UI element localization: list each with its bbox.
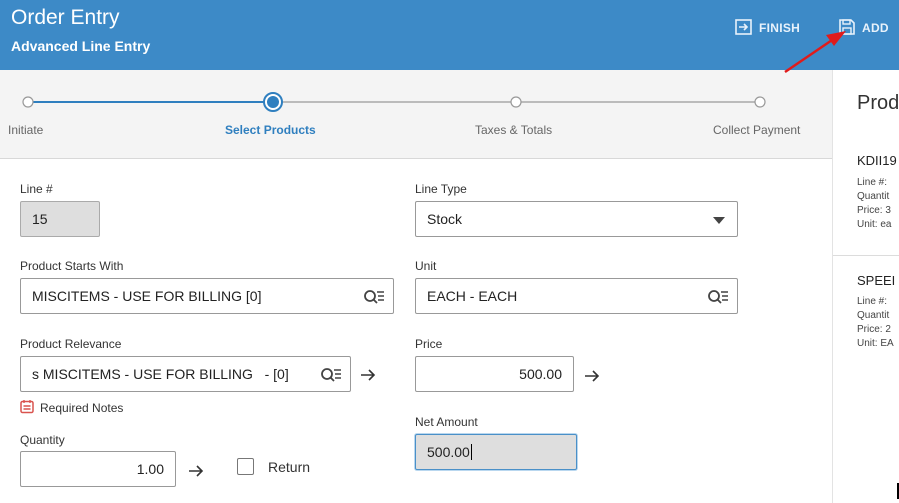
net-amount-label: Net Amount [415, 415, 478, 429]
price-value: 500.00 [519, 366, 562, 382]
quantity-value: 1.00 [136, 461, 164, 477]
net-amount-value: 500.00 [427, 444, 470, 460]
add-button[interactable]: ADD [838, 18, 889, 38]
arrow-right-icon[interactable] [584, 369, 600, 388]
side-item-unit: Unit: ea [857, 219, 892, 230]
side-item-quantity: Quantit [857, 310, 890, 321]
search-list-icon[interactable] [707, 288, 729, 309]
side-item-line: Line #: [857, 296, 888, 307]
product-starts-with-value: MISCITEMS - USE FOR BILLING [0] [32, 288, 262, 304]
products-side-panel: Prod KDII19 Line #: Quantit Price: 3 Uni… [832, 70, 899, 503]
product-starts-with-label: Product Starts With [20, 259, 124, 273]
line-number-value: 15 [32, 211, 48, 227]
line-type-label: Line Type [415, 182, 467, 196]
step-initiate[interactable]: Initiate [8, 123, 43, 137]
line-type-select[interactable]: Stock [415, 201, 738, 237]
line-number-label: Line # [20, 182, 53, 196]
unit-value: EACH - EACH [427, 288, 518, 304]
page-subtitle: Advanced Line Entry [11, 38, 151, 54]
unit-label: Unit [415, 259, 437, 273]
save-icon [838, 18, 856, 39]
net-amount-input[interactable]: 500.00 [415, 434, 577, 470]
finish-button[interactable]: FINISH [735, 18, 800, 38]
side-item-unit: Unit: EA [857, 338, 894, 349]
side-item-quantity: Quantit [857, 191, 890, 202]
step-taxes-dot [510, 96, 522, 108]
side-item-name[interactable]: SPEEI [857, 273, 895, 288]
app-header: Order Entry Advanced Line Entry FINISH A… [0, 0, 899, 70]
finish-button-label: FINISH [759, 21, 801, 35]
calendar-icon [20, 399, 34, 417]
price-label: Price [415, 337, 443, 351]
return-checkbox[interactable] [237, 458, 254, 475]
step-taxes-totals[interactable]: Taxes & Totals [475, 123, 552, 137]
line-number-field: 15 [20, 201, 100, 237]
search-list-icon[interactable] [363, 288, 385, 309]
product-relevance-value: s MISCITEMS - USE FOR BILLING - [0] [32, 366, 289, 382]
search-list-icon[interactable] [320, 366, 342, 387]
step-select-products[interactable]: Select Products [225, 123, 316, 137]
side-panel-divider [833, 255, 899, 256]
step-collect-payment[interactable]: Collect Payment [713, 123, 800, 137]
return-label[interactable]: Return [268, 459, 310, 475]
page-title: Order Entry [11, 6, 120, 29]
arrow-right-icon[interactable] [188, 464, 204, 483]
text-cursor [470, 444, 472, 460]
step-collect-payment-dot [754, 96, 766, 108]
side-item-price: Price: 3 [857, 205, 891, 216]
side-item-line: Line #: [857, 177, 888, 188]
required-notes[interactable]: Required Notes [20, 399, 123, 417]
side-panel-title: Prod [857, 92, 899, 114]
price-input[interactable]: 500.00 [415, 356, 574, 392]
product-relevance-label: Product Relevance [20, 337, 122, 351]
quantity-label: Quantity [20, 433, 65, 447]
chevron-down-icon [713, 217, 725, 224]
side-item-name[interactable]: KDII19 [857, 153, 897, 168]
quantity-input[interactable]: 1.00 [20, 451, 176, 487]
product-relevance-input[interactable]: s MISCITEMS - USE FOR BILLING - [0] [20, 356, 351, 392]
required-notes-label: Required Notes [40, 401, 124, 415]
side-item-price: Price: 2 [857, 324, 891, 335]
finish-icon [735, 18, 753, 38]
step-initiate-dot [22, 96, 34, 108]
line-type-value: Stock [427, 211, 463, 227]
arrow-right-icon[interactable] [360, 368, 376, 387]
progress-stepper [0, 70, 832, 159]
product-starts-with-input[interactable]: MISCITEMS - USE FOR BILLING [0] [20, 278, 394, 314]
add-button-label: ADD [862, 21, 889, 35]
unit-input[interactable]: EACH - EACH [415, 278, 738, 314]
